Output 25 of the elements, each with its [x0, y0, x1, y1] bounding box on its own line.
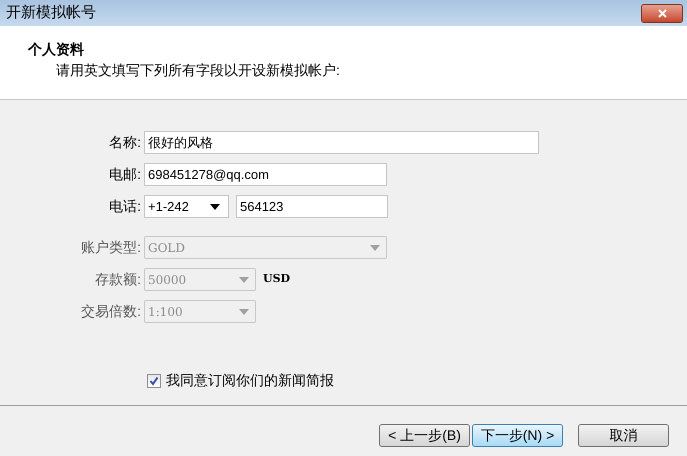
country-code-dropdown[interactable]: +1-242 — [144, 195, 229, 218]
phone-field[interactable]: 564123 — [236, 195, 388, 218]
back-button[interactable]: < 上一步(B) — [379, 424, 470, 447]
next-button[interactable]: 下一步(N) > — [472, 424, 563, 447]
dropdown-arrow-icon — [239, 276, 249, 282]
text-field[interactable]: 很好的风格 — [144, 131, 539, 154]
close-icon — [658, 8, 666, 18]
field-label: 账户类型: — [80, 238, 142, 257]
dropdown-arrow-icon — [210, 204, 220, 210]
currency-label: USD — [263, 271, 290, 288]
field-label: 名称: — [108, 133, 142, 152]
dropdown-arrow-icon — [370, 244, 380, 250]
close-button[interactable] — [641, 4, 683, 22]
field-label: 电邮: — [108, 165, 142, 184]
checkbox[interactable] — [147, 374, 161, 388]
dropdown-arrow-icon — [239, 308, 249, 314]
text-field[interactable]: 698451278@qq.com — [144, 163, 387, 186]
checkbox-label: 我同意订阅你们的新闻简报 — [166, 371, 334, 390]
section-title: 个人资料 — [28, 40, 85, 59]
field-label: 交易倍数: — [80, 302, 142, 321]
instructions-text: 请用英文填写下列所有字段以开设新模拟帐户: — [56, 61, 341, 80]
field-label: 电话: — [108, 197, 142, 216]
cancel-button[interactable]: 取消 — [578, 424, 669, 447]
window-title: 开新模拟帐号 — [6, 2, 96, 23]
field-label: 存款额: — [94, 270, 142, 289]
